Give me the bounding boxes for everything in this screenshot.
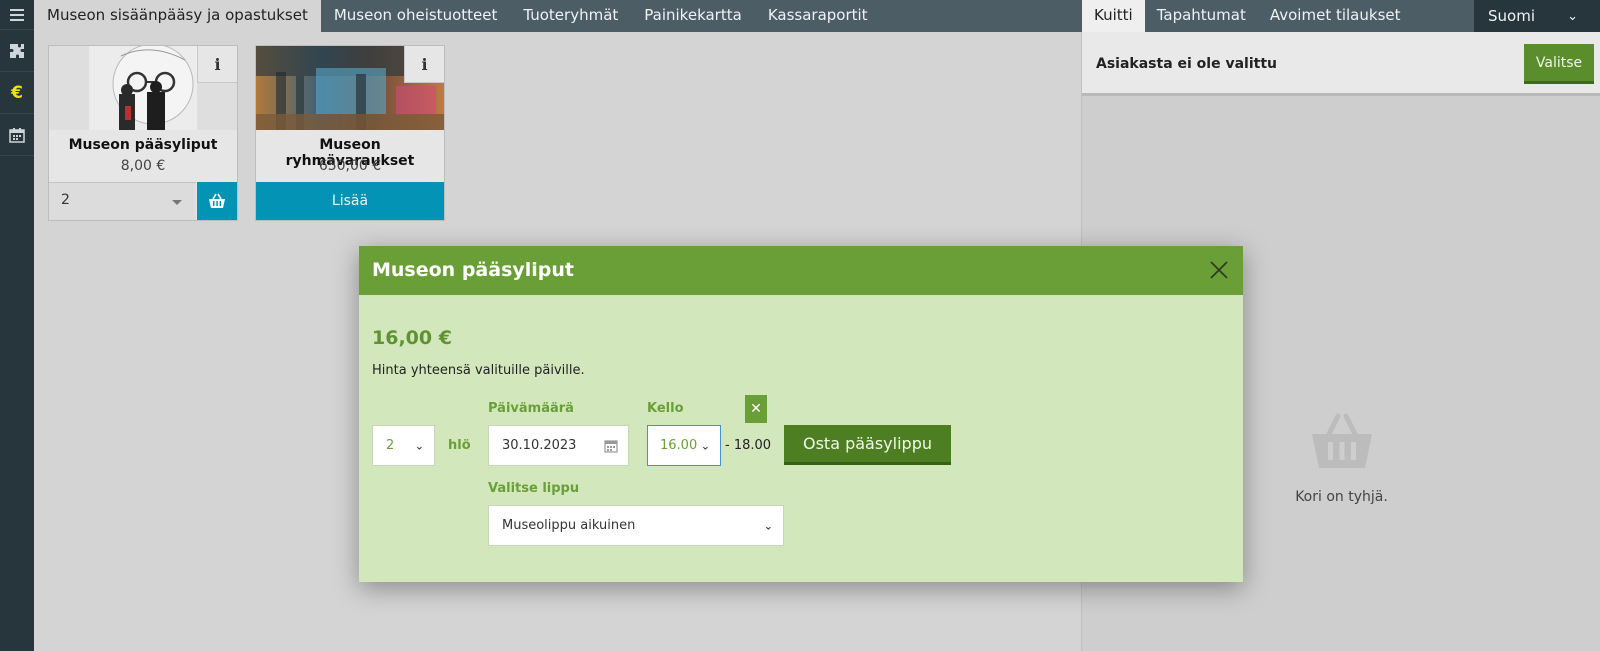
date-value: 30.10.2023 (502, 438, 577, 453)
chevron-down-icon: ⌄ (414, 439, 424, 452)
close-icon[interactable] (1207, 258, 1231, 282)
font-size-toggle[interactable]: AA (1587, 0, 1600, 32)
price-note: Hinta yhteensä valituille päiville. (372, 363, 585, 378)
puzzle-icon[interactable] (0, 30, 34, 72)
product-tabs: Museon sisäänpääsy ja opastukset Museon … (34, 0, 881, 32)
ticket-modal: Museon pääsyliput 16,00 € Hinta yhteensä… (359, 246, 1243, 582)
chevron-down-icon: ⌄ (700, 439, 710, 452)
calendar-icon[interactable] (604, 439, 618, 457)
top-bar: Museon sisäänpääsy ja opastukset Museon … (34, 0, 1600, 32)
info-button[interactable]: i (404, 46, 444, 83)
basket-icon (209, 193, 225, 208)
buy-ticket-button[interactable]: Osta pääsylippu (784, 425, 951, 465)
caret-down-icon (172, 200, 182, 205)
menu-icon[interactable] (0, 0, 34, 30)
tab-events[interactable]: Tapahtumat (1145, 0, 1258, 32)
modal-title: Museon pääsyliput (372, 259, 574, 281)
product-price: 650,00 € (318, 158, 382, 174)
product-price: 8,00 € (120, 158, 166, 174)
calendar-icon[interactable] (0, 114, 34, 156)
add-to-basket-button[interactable] (197, 182, 237, 220)
basket-icon (1310, 412, 1374, 476)
persons-select[interactable]: 2 ⌄ (372, 425, 435, 466)
customer-status: Asiakasta ei ole valittu (1096, 56, 1277, 72)
select-customer-button[interactable]: Valitse (1524, 44, 1594, 84)
time-value: 16.00 (660, 438, 698, 453)
remove-time-button[interactable]: ✕ (745, 395, 767, 423)
tab-museum-entry[interactable]: Museon sisäänpääsy ja opastukset (34, 0, 321, 32)
total-price: 16,00 € (372, 327, 452, 349)
ticket-value: Museolippu aikuinen (502, 518, 636, 533)
tab-cash-reports[interactable]: Kassaraportit (755, 0, 881, 32)
add-button[interactable]: Lisää (256, 182, 444, 220)
quantity-value: 2 (61, 192, 70, 208)
ticket-select[interactable]: Museolippu aikuinen ⌄ (488, 505, 784, 546)
chevron-down-icon: ⌄ (1567, 8, 1578, 24)
time-label: Kello (647, 401, 684, 416)
receipt-tabs: Kuitti Tapahtumat Avoimet tilaukset (1082, 0, 1413, 32)
date-input[interactable]: 30.10.2023 (488, 425, 629, 466)
product-card-entry-tickets: i Museon pääsyliput 8,00 € 2 (48, 45, 238, 221)
chevron-down-icon: ⌄ (763, 519, 773, 532)
tab-museum-merch[interactable]: Museon oheistuotteet (321, 0, 511, 32)
tab-button-map[interactable]: Painikekartta (631, 0, 755, 32)
persons-unit: hlö (448, 438, 471, 453)
tab-open-orders[interactable]: Avoimet tilaukset (1258, 0, 1413, 32)
customer-header: Asiakasta ei ole valittu Valitse (1082, 32, 1600, 96)
language-select[interactable]: Suomi ⌄ (1474, 0, 1587, 32)
left-rail: € (0, 0, 34, 651)
time-select[interactable]: 16.00 ⌄ (647, 425, 721, 466)
ticket-label: Valitse lippu (488, 481, 580, 496)
time-end: - 18.00 (725, 438, 772, 453)
euro-icon[interactable]: € (0, 72, 34, 114)
modal-header: Museon pääsyliput (359, 246, 1243, 295)
tab-receipt[interactable]: Kuitti (1082, 0, 1145, 32)
date-label: Päivämäärä (488, 401, 574, 416)
product-card-group-bookings: i Museon ryhmävaraukset 650,00 € Lisää (255, 45, 445, 221)
tab-product-groups[interactable]: Tuoteryhmät (510, 0, 631, 32)
quantity-select[interactable]: 2 (49, 182, 196, 220)
persons-value: 2 (386, 438, 395, 453)
info-button[interactable]: i (197, 46, 237, 83)
product-name: Museon pääsyliput (68, 137, 218, 153)
language-label: Suomi (1488, 7, 1535, 25)
